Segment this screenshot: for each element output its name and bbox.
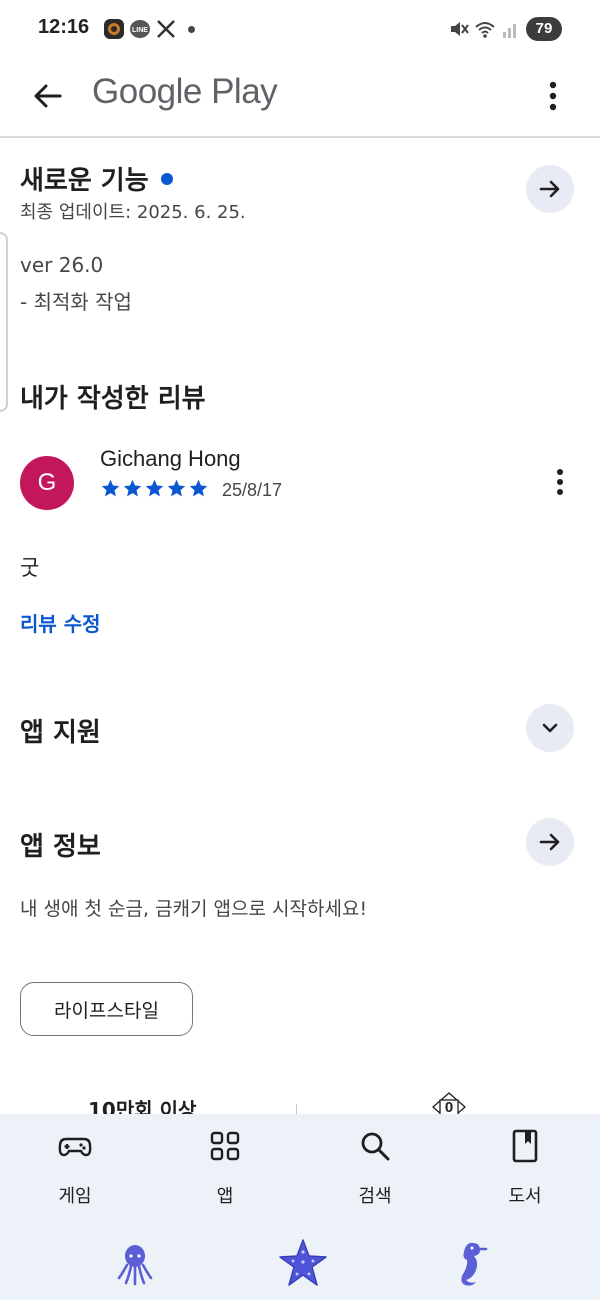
svg-text:LINE: LINE	[132, 27, 148, 34]
my-review-title: 내가 작성한 리뷰	[20, 384, 206, 414]
star-icon	[101, 479, 120, 497]
whats-new-heading: 새로운 기능	[20, 160, 173, 197]
review-date: 25/8/17	[222, 480, 283, 500]
category-chip[interactable]: 라이프스타일	[20, 982, 193, 1036]
whats-new-arrow-button[interactable]	[526, 165, 574, 213]
line-icon: LINE	[130, 20, 150, 38]
search-icon	[361, 1132, 390, 1161]
notification-dot	[188, 26, 195, 33]
star-icon	[189, 479, 208, 497]
star-icon	[145, 479, 164, 497]
nav-label-search: 검색	[358, 1186, 392, 1207]
app-title: Google Play	[92, 72, 278, 111]
nav-label-games: 게임	[58, 1186, 92, 1207]
app-support-title: 앱 지원	[20, 718, 101, 748]
book-icon	[512, 1129, 538, 1163]
more-vert-icon[interactable]	[538, 74, 568, 118]
star-icon	[167, 479, 186, 497]
nav-label-books: 도서	[508, 1186, 542, 1207]
last-updated: 최종 업데이트: 2025. 6. 25.	[20, 202, 246, 223]
review-text: 굿	[20, 556, 40, 580]
gamepad-icon	[58, 1137, 92, 1157]
new-indicator-dot	[160, 172, 173, 185]
arrow-forward-icon	[539, 833, 560, 851]
star-icon	[123, 479, 142, 497]
signal-icon	[503, 24, 516, 38]
arrow-forward-icon	[539, 180, 560, 198]
status-time: 12:16	[38, 16, 90, 38]
nav-label-apps: 앱	[216, 1186, 234, 1207]
octopus-icon	[117, 1245, 153, 1286]
nav-item-books[interactable]: 도서	[470, 1128, 580, 1218]
apps-grid-icon	[210, 1131, 240, 1161]
app-info-arrow-button[interactable]	[526, 818, 574, 866]
starfish-icon	[279, 1239, 327, 1286]
mute-icon	[451, 22, 469, 36]
battery-level: 79	[526, 17, 562, 41]
chevron-down-icon	[542, 723, 558, 733]
status-bar: 12:16 LINE 79	[0, 0, 600, 60]
version-text: ver 26.0	[20, 253, 104, 277]
nav-item-search[interactable]: 검색	[320, 1128, 430, 1218]
app-info-title: 앱 정보	[20, 832, 101, 862]
scroll-edge-indicator	[0, 232, 8, 412]
arrow-back-icon[interactable]	[26, 74, 70, 118]
app-description: 내 생애 첫 순금, 금캐기 앱으로 시작하세요!	[20, 898, 368, 920]
wifi-icon	[475, 22, 495, 38]
bottom-navigation: 게임 앱 검색 도서	[0, 1114, 600, 1300]
app-bar: Google Play	[0, 60, 600, 138]
review-more-vert-icon[interactable]	[548, 464, 572, 500]
seahorse-icon	[461, 1242, 488, 1286]
release-note: - 최적화 작업	[20, 290, 132, 314]
nav-item-games[interactable]: 게임	[20, 1128, 130, 1218]
avatar: G	[20, 456, 74, 510]
rating-stars	[100, 478, 209, 500]
app-support-expand-button[interactable]	[526, 704, 574, 752]
whats-new-title: 새로운 기능	[20, 166, 149, 196]
nav-item-apps[interactable]: 앱	[170, 1128, 280, 1218]
edit-review-link[interactable]: 리뷰 수정	[20, 608, 101, 637]
game-app-icon	[104, 19, 124, 39]
x-icon	[157, 20, 175, 38]
reviewer-name: Gichang Hong	[100, 446, 241, 471]
